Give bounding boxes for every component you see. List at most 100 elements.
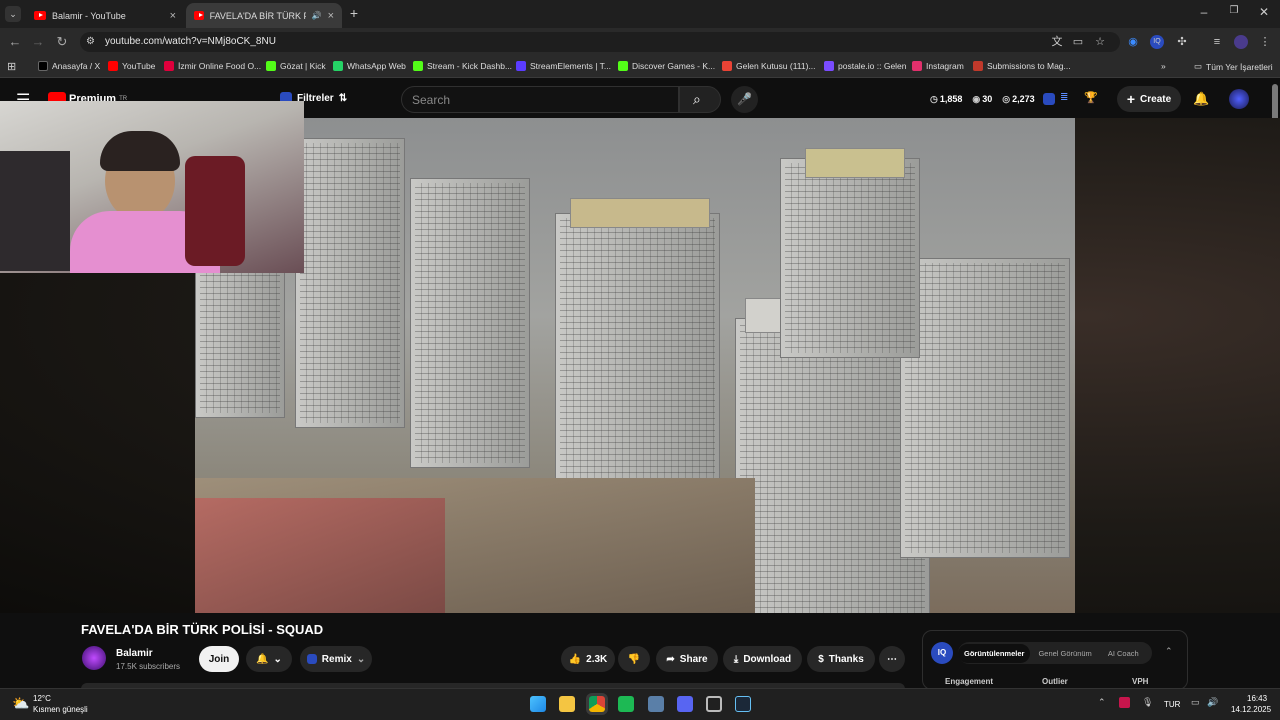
bookmark-gmail[interactable]: Gelen Kutusu (111)... [722, 61, 816, 71]
bookmark-youtube[interactable]: YouTube [108, 61, 155, 71]
bookmark-postale[interactable]: postale.io :: Gelen [824, 61, 907, 71]
volume-icon[interactable]: 🔊 [1207, 697, 1218, 708]
bookmark-discover-games[interactable]: Discover Games - K... [618, 61, 715, 71]
collapse-chevron-icon[interactable]: ⌃ [1165, 646, 1173, 657]
clock-date[interactable]: 14.12.2025 [1231, 705, 1271, 714]
close-tab-icon[interactable]: × [328, 10, 334, 22]
more-actions-button[interactable]: ⋯ [879, 646, 905, 672]
restore-icon[interactable]: ❐ [1224, 5, 1244, 16]
x-icon [38, 61, 48, 71]
youtube-icon [194, 11, 204, 20]
app-icon[interactable] [648, 696, 664, 712]
dislike-button[interactable]: 👎 [618, 646, 650, 672]
voice-search-button[interactable]: 🎤 [731, 86, 758, 113]
chrome-icon[interactable] [589, 696, 605, 712]
steam-icon[interactable] [735, 696, 751, 712]
channel-name[interactable]: Balamir [116, 648, 153, 659]
start-windows-icon[interactable] [530, 696, 546, 712]
streamelements-icon [516, 61, 526, 71]
gmail-icon [722, 61, 732, 71]
thanks-button[interactable]: $ Thanks [807, 646, 875, 672]
tab-overview[interactable]: Genel Görünüm [1030, 649, 1099, 658]
like-button[interactable]: 👍 2.3K [561, 646, 615, 672]
notifications-bell-icon[interactable]: 🔔 [1193, 91, 1209, 107]
microphone-icon[interactable]: 🎙 [1142, 697, 1153, 708]
search-button[interactable]: ⌕ [679, 86, 721, 113]
bookmark-x[interactable]: Anasayfa / X [38, 61, 100, 71]
tab-ai-coach[interactable]: AI Coach [1100, 649, 1147, 658]
bookmark-kick-dashboard[interactable]: Stream - Kick Dashb... [413, 61, 512, 71]
back-arrow-icon[interactable]: ← [6, 33, 24, 51]
tab-balamir-youtube[interactable]: Balamir - YouTube × [26, 3, 184, 28]
cast-icon[interactable]: ▭ [1071, 35, 1085, 49]
app-circle-icon[interactable] [706, 696, 722, 712]
tab-views[interactable]: Görüntülenmeler [958, 643, 1031, 663]
new-tab-button[interactable]: + [346, 5, 362, 21]
file-explorer-icon[interactable] [559, 696, 575, 712]
more-bookmarks-icon[interactable]: » [1161, 61, 1166, 71]
profile-avatar[interactable] [1234, 35, 1248, 49]
language-indicator[interactable]: TUR [1164, 700, 1180, 709]
weather-icon[interactable]: ⛅ [12, 695, 29, 712]
tab-title: Balamir - YouTube [52, 10, 126, 21]
all-bookmarks-folder[interactable]: ▭ Tüm Yer İşaretleri [1194, 61, 1273, 72]
clock-time[interactable]: 16:43 [1247, 694, 1267, 703]
tray-chevron-icon[interactable]: ⌃ [1098, 697, 1106, 708]
download-icon: ⤓ [733, 653, 739, 665]
bookmark-streamelements[interactable]: StreamElements | T... [516, 61, 611, 71]
apps-grid-icon[interactable]: ⊞ [7, 60, 16, 73]
youtube-icon [108, 61, 118, 71]
bookmark-izmir-food[interactable]: İzmir Online Food O... [164, 61, 261, 71]
chevron-down-icon: ⌄ [356, 653, 366, 665]
bookmark-kick-browse[interactable]: Gözat | Kick [266, 61, 326, 71]
rooftops [195, 498, 445, 613]
bookmark-whatsapp[interactable]: WhatsApp Web [333, 61, 406, 71]
url-text[interactable]: youtube.com/watch?v=NMj8oCK_8NU [105, 36, 276, 47]
site-info-icon[interactable]: ⚙ [86, 36, 95, 47]
translate-icon[interactable]: 文 [1050, 35, 1064, 49]
list-icon[interactable]: ≣ [1060, 92, 1068, 103]
bookmark-star-icon[interactable]: ☆ [1093, 35, 1107, 49]
column-engagement: Engagement [945, 677, 994, 686]
join-button[interactable]: Join [199, 646, 239, 672]
bookmark-submissions[interactable]: Submissions to Mag... [973, 61, 1071, 71]
network-icon[interactable]: ▭ [1191, 697, 1200, 708]
remix-button[interactable]: Remix ⌄ [300, 646, 372, 672]
channel-avatar[interactable] [82, 646, 106, 670]
create-button[interactable]: + Create [1117, 86, 1181, 112]
yemeksepeti-icon [164, 61, 174, 71]
extension-wave-icon[interactable]: ◉ [1126, 35, 1140, 49]
tab-favela-video[interactable]: FAVELA'DA BİR TÜRK POLİS 🔊 × [186, 3, 342, 28]
share-button[interactable]: ➦ Share [656, 646, 718, 672]
streamer-hair [100, 131, 180, 171]
browser-menu-icon[interactable]: ⋮ [1258, 35, 1272, 49]
reload-icon[interactable]: ↻ [53, 33, 71, 51]
iq-extension-icon[interactable] [1043, 93, 1055, 105]
tab-list-button[interactable]: ⌄ [5, 6, 21, 22]
account-avatar[interactable] [1229, 89, 1249, 109]
extension-iq-icon[interactable]: IQ [1150, 35, 1164, 49]
column-vph: VPH [1132, 677, 1149, 686]
subscribed-bell-button[interactable]: 🔔 ⌄ [246, 646, 292, 672]
discord-icon[interactable] [677, 696, 693, 712]
forward-arrow-icon[interactable]: → [29, 33, 47, 51]
weather-desc[interactable]: Kısmen güneşli [33, 705, 88, 714]
kick-icon [266, 61, 276, 71]
gaming-chair [185, 156, 245, 266]
video-player[interactable] [195, 118, 1075, 613]
building [195, 268, 285, 418]
tray-app-icon[interactable] [1119, 697, 1130, 708]
building [900, 258, 1070, 558]
weather-temp[interactable]: 12°C [33, 694, 51, 703]
minimize-icon[interactable]: – [1194, 5, 1214, 19]
audio-playing-icon[interactable]: 🔊 [312, 11, 322, 20]
close-tab-icon[interactable]: × [170, 10, 176, 22]
reading-list-icon[interactable]: ≡ [1210, 35, 1224, 49]
search-input[interactable]: Search [401, 86, 679, 113]
spotify-icon[interactable] [618, 696, 634, 712]
trophy-icon[interactable]: 🏆 [1084, 91, 1098, 104]
download-button[interactable]: ⤓ Download [723, 646, 802, 672]
close-window-icon[interactable]: ✕ [1254, 5, 1274, 19]
extensions-puzzle-icon[interactable]: ✣ [1175, 35, 1189, 49]
bookmark-instagram[interactable]: Instagram [912, 61, 964, 71]
